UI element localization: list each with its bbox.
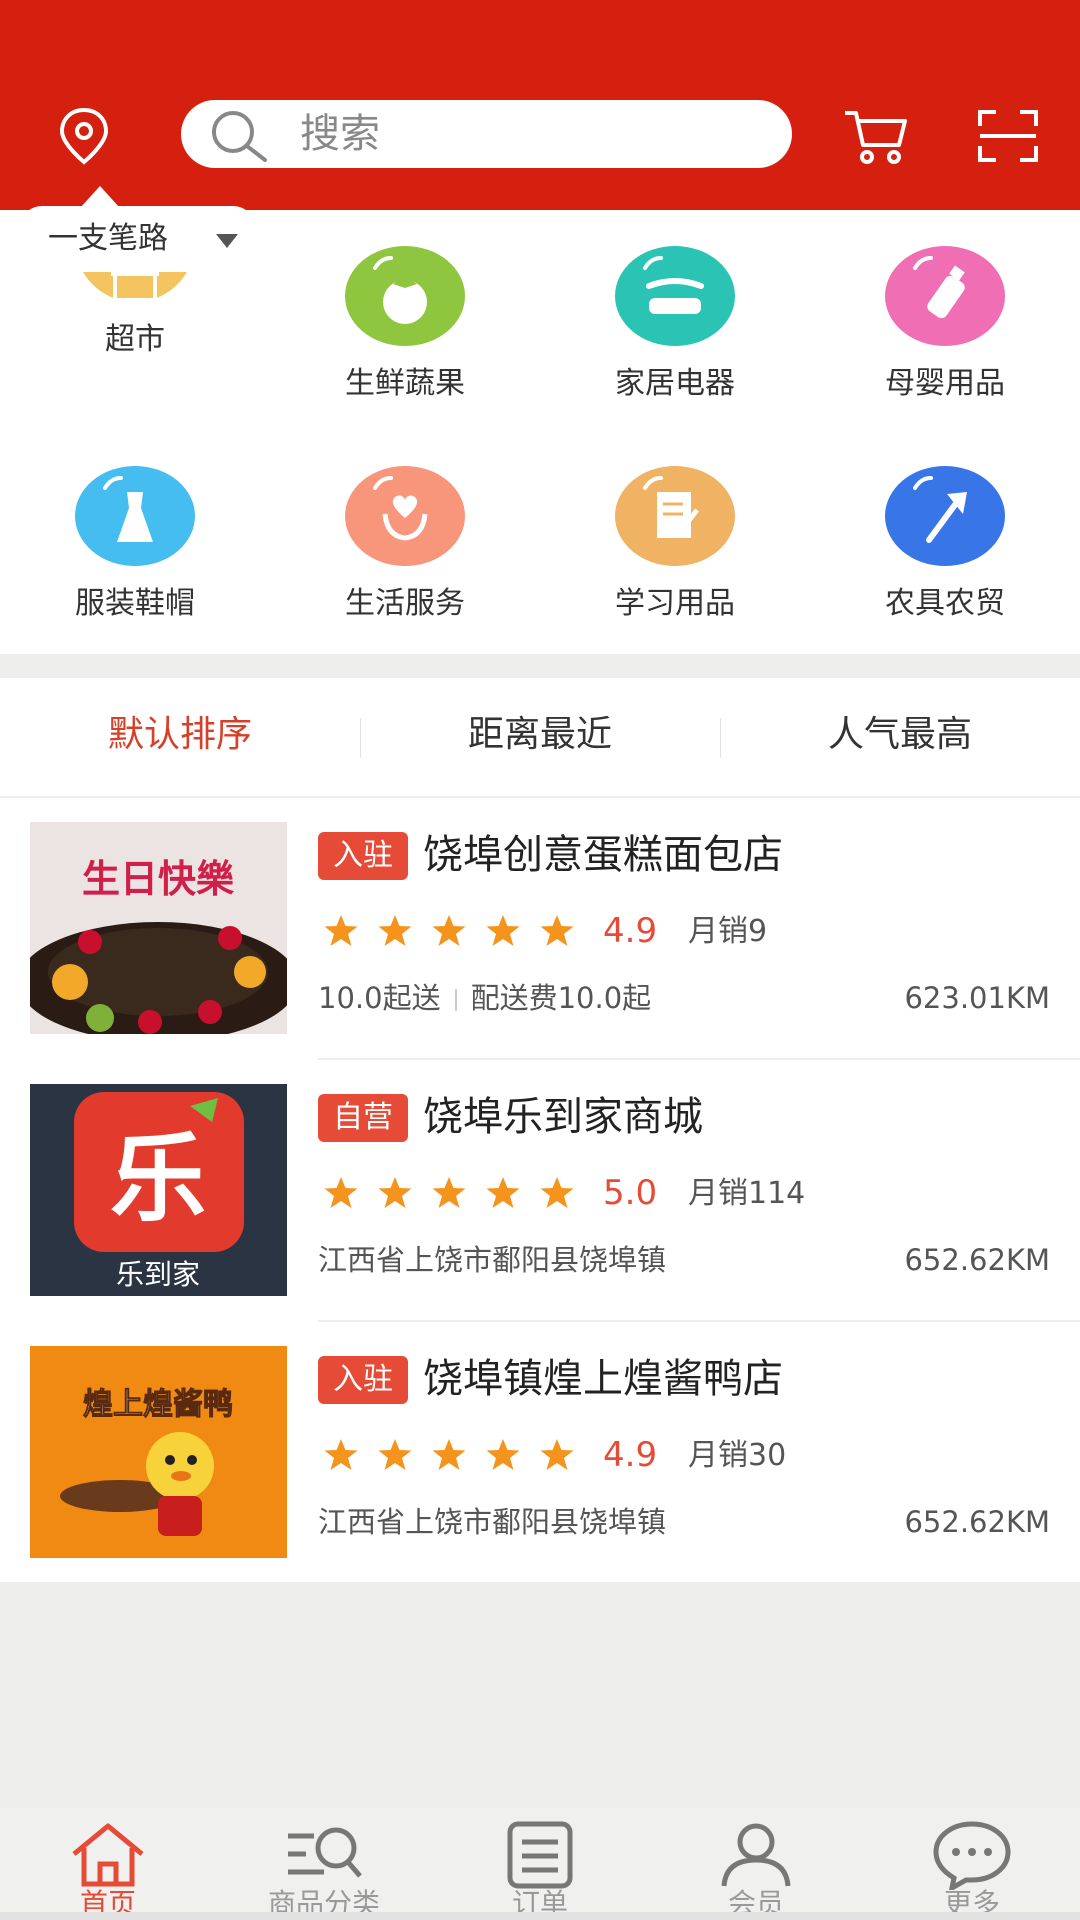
monthly-sales: 月销114 <box>688 1176 806 1211</box>
svg-text:乐: 乐 <box>110 1126 206 1233</box>
shop-address: 江西省上饶市鄱阳县饶埠镇 <box>318 1243 667 1277</box>
sort-tab-default[interactable]: 默认排序 <box>0 710 360 760</box>
category-label: 服装鞋帽 <box>75 586 195 621</box>
logo-image-text: 乐到家 <box>116 1259 200 1290</box>
baby-bottle-icon <box>885 246 1005 346</box>
rating-value: 4.9 <box>603 1435 658 1475</box>
star-icon <box>378 1177 412 1208</box>
logo-image-text: 煌上煌酱鸭 <box>83 1388 233 1421</box>
category-life-services[interactable]: 生活服务 <box>305 466 505 622</box>
min-order: 10.0起送 <box>318 981 441 1015</box>
search-input[interactable]: 搜索 <box>181 100 792 168</box>
category-label: 生活服务 <box>345 586 465 621</box>
sofa-icon <box>615 246 735 346</box>
distance: 652.62KM <box>904 1505 1050 1539</box>
category-search-icon <box>288 1827 362 1878</box>
shop-name: 饶埠镇煌上煌酱鸭店 <box>423 1356 783 1402</box>
category-home-appliances[interactable]: 家居电器 <box>575 246 775 402</box>
tab-more[interactable]: 更多 <box>864 1808 1080 1920</box>
tomato-icon <box>345 246 465 346</box>
search-placeholder: 搜索 <box>300 111 380 157</box>
star-rating <box>323 1176 593 1212</box>
category-fresh-produce[interactable]: 生鲜蔬果 <box>305 246 505 402</box>
star-rating <box>323 914 593 950</box>
star-icon <box>378 1439 412 1470</box>
category-label: 母婴用品 <box>885 366 1005 401</box>
scan-icon[interactable] <box>978 110 1038 162</box>
order-list-icon <box>507 1821 573 1889</box>
location-selector[interactable]: 一支笔路 <box>20 186 255 272</box>
more-chat-icon <box>933 1821 1011 1890</box>
tab-categories[interactable]: 商品分类 <box>216 1808 432 1920</box>
le-daojia-logo-image: 乐 乐到家 <box>30 1084 287 1296</box>
rating-value: 5.0 <box>603 1173 658 1213</box>
shop-address: 江西省上饶市鄱阳县饶埠镇 <box>318 1505 667 1539</box>
tab-orders[interactable]: 订单 <box>432 1808 648 1920</box>
star-icon <box>486 1439 520 1470</box>
star-icon <box>378 915 412 946</box>
category-mother-baby[interactable]: 母婴用品 <box>845 246 1045 402</box>
star-icon <box>324 1439 358 1470</box>
shop-tag: 入驻 <box>318 1356 408 1404</box>
distance: 623.01KM <box>904 981 1050 1015</box>
shop-item[interactable]: 煌上煌酱鸭 入驻 饶埠镇煌上煌酱鸭店 4.9 月销30 江西省上饶市鄱阳县饶埠镇… <box>0 1322 1080 1584</box>
sort-bar: 默认排序 距离最近 人气最高 <box>0 678 1080 798</box>
star-icon <box>432 915 466 946</box>
birthday-cake-image: 生日快樂 <box>30 822 287 1034</box>
popover-arrow <box>80 186 120 208</box>
star-icon <box>540 1439 574 1470</box>
rating-value: 4.9 <box>603 911 658 951</box>
star-icon <box>540 915 574 946</box>
category-label: 生鲜蔬果 <box>345 366 465 401</box>
shop-item[interactable]: 乐 乐到家 自营 饶埠乐到家商城 5.0 月销114 江西省上饶市鄱阳县饶埠镇 … <box>0 1060 1080 1322</box>
location-label: 一支笔路 <box>48 221 168 256</box>
star-rating <box>323 1438 593 1474</box>
dress-icon <box>75 466 195 566</box>
shop-name: 饶埠乐到家商城 <box>423 1094 703 1140</box>
tab-home[interactable]: 首页 <box>0 1808 216 1920</box>
shop-name: 饶埠创意蛋糕面包店 <box>423 832 783 878</box>
category-label: 农具农贸 <box>885 586 1005 621</box>
cake-image-text: 生日快樂 <box>82 859 235 901</box>
divider <box>454 989 457 1011</box>
category-clothing[interactable]: 服装鞋帽 <box>35 466 235 622</box>
home-icon <box>72 1823 144 1887</box>
shop-tag: 自营 <box>318 1094 408 1142</box>
app-header: 搜索 <box>0 0 1080 210</box>
delivery-info: 10.0起送 配送费10.0起 <box>318 978 651 1018</box>
star-icon <box>324 915 358 946</box>
notebook-pen-icon <box>615 466 735 566</box>
heart-hands-icon <box>345 466 465 566</box>
sort-tab-nearest[interactable]: 距离最近 <box>360 710 720 760</box>
duck-shop-logo-image: 煌上煌酱鸭 <box>30 1346 287 1558</box>
gesture-bar <box>0 1912 1080 1920</box>
category-label: 学习用品 <box>615 586 735 621</box>
location-pin-icon[interactable] <box>57 106 111 168</box>
star-icon <box>486 915 520 946</box>
search-icon <box>209 108 269 162</box>
bottom-tab-bar: 首页 商品分类 订单 会员 更多 <box>0 1808 1080 1920</box>
category-grid: 超市 生鲜蔬果 家居电器 母婴用品 服装鞋帽 生活服务 学习用品 农具农贸 <box>0 210 1080 654</box>
distance: 652.62KM <box>904 1243 1050 1277</box>
category-label: 家居电器 <box>615 366 735 401</box>
shop-item[interactable]: 生日快樂 入驻 饶埠创意蛋糕面包店 4.9 月销9 10.0起送 配送费10.0起… <box>0 798 1080 1060</box>
star-icon <box>540 1177 574 1208</box>
star-icon <box>432 1439 466 1470</box>
category-farm-tools[interactable]: 农具农贸 <box>845 466 1045 622</box>
tab-member[interactable]: 会员 <box>648 1808 864 1920</box>
monthly-sales: 月销9 <box>688 914 768 949</box>
chevron-down-icon <box>216 234 238 248</box>
axe-icon <box>885 466 1005 566</box>
star-icon <box>432 1177 466 1208</box>
category-study-supplies[interactable]: 学习用品 <box>575 466 775 622</box>
star-icon <box>486 1177 520 1208</box>
member-icon <box>721 1823 791 1887</box>
cart-icon[interactable] <box>843 107 907 165</box>
delivery-fee: 配送费10.0起 <box>470 981 652 1015</box>
shop-list: 生日快樂 入驻 饶埠创意蛋糕面包店 4.9 月销9 10.0起送 配送费10.0起… <box>0 798 1080 1582</box>
shop-tag: 入驻 <box>318 832 408 880</box>
star-icon <box>324 1177 358 1208</box>
sort-tab-popular[interactable]: 人气最高 <box>720 710 1080 760</box>
monthly-sales: 月销30 <box>688 1438 787 1473</box>
